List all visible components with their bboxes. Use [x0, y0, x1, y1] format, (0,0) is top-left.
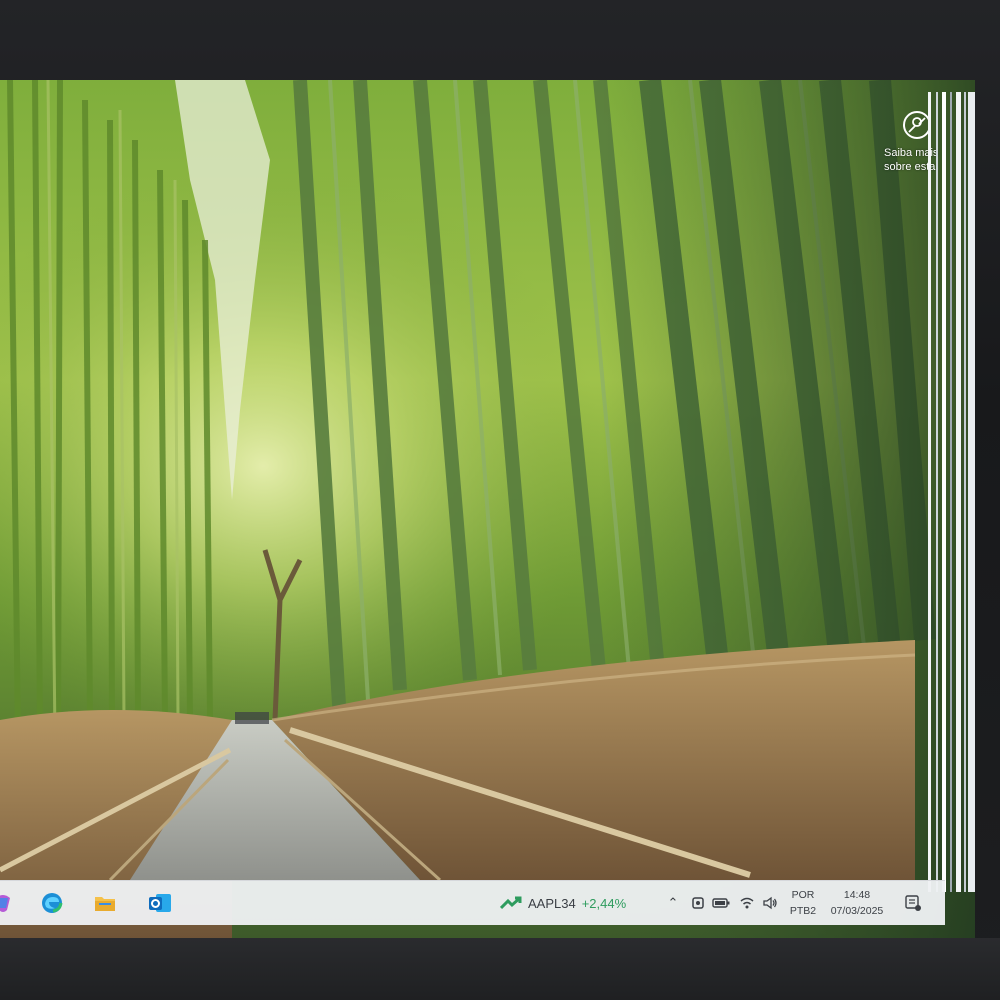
keyboard-layout: PTB2: [789, 905, 817, 917]
language-code: POR: [791, 889, 815, 901]
screen-glitch-stripes: [928, 92, 975, 892]
desktop-screen: Saiba mais sobre esta AAPL34 +2,44% ⌃ PO…: [0, 80, 975, 938]
edge-icon: [42, 893, 63, 913]
notification-center[interactable]: [902, 892, 924, 914]
speaker-icon: [763, 896, 777, 910]
taskbar-edge[interactable]: [37, 888, 67, 918]
stock-change: +2,44%: [581, 895, 627, 911]
chevron-up-icon: ⌃: [667, 895, 679, 910]
taskbar-file-explorer[interactable]: [90, 888, 120, 918]
taskbar-copilot[interactable]: [0, 888, 18, 918]
show-hidden-icons[interactable]: ⌃: [664, 894, 682, 912]
folder-icon: [95, 897, 115, 911]
taskbar-outlook[interactable]: [145, 888, 175, 918]
wifi-icon: [740, 897, 754, 909]
clock-time: 14:48: [843, 889, 871, 901]
webcam-icon: [692, 897, 704, 909]
clock-date: 07/03/2025: [830, 905, 884, 917]
stock-symbol: AAPL34: [528, 895, 576, 911]
input-language[interactable]: POR PTB2: [786, 887, 820, 919]
stock-up-icon: [500, 896, 522, 910]
stock-widget[interactable]: AAPL34 +2,44%: [500, 893, 626, 913]
volume-control[interactable]: [761, 894, 779, 912]
network-status[interactable]: [738, 894, 756, 912]
battery-status[interactable]: [712, 894, 730, 912]
notification-icon: [905, 895, 921, 911]
copilot-icon: [0, 895, 10, 912]
desktop-wallpaper: [0, 80, 975, 938]
battery-icon: [712, 898, 730, 908]
taskbar: AAPL34 +2,44% ⌃ POR PTB2 14:48 07/03/202…: [0, 880, 945, 925]
outlook-icon: [149, 894, 171, 912]
clock[interactable]: 14:48 07/03/2025: [824, 887, 890, 919]
tray-app-icon[interactable]: [689, 894, 707, 912]
monitor-lower-bezel: [0, 938, 1000, 1000]
